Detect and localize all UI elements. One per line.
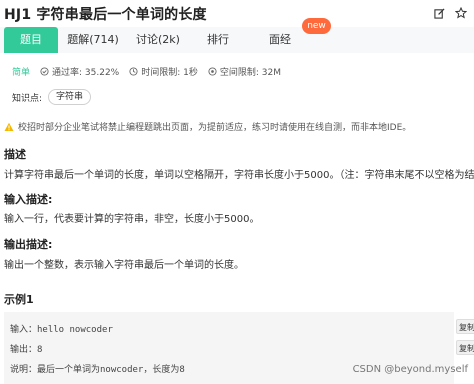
input-desc-text: 输入一行，代表要计算的字符串，非空，长度小于5000。 xyxy=(4,214,260,225)
time-limit: 时间限制: 1秒 xyxy=(129,65,198,78)
description-heading: 描述 xyxy=(4,148,26,161)
copy-input-button[interactable]: 复制 xyxy=(456,319,474,334)
pass-rate: 通过率: 35.22% xyxy=(40,65,119,78)
example-heading: 示例1 xyxy=(4,293,34,306)
tab-interview[interactable]: 面经 xyxy=(262,27,298,53)
warning-icon xyxy=(4,122,14,131)
clock-icon xyxy=(129,66,138,76)
tab-problem[interactable]: 题目 xyxy=(4,27,58,53)
page-title: HJ1 字符串最后一个单词的长度 xyxy=(4,7,207,23)
output-desc-heading: 输出描述: xyxy=(4,238,53,251)
knowledge-label: 知识点: xyxy=(12,93,43,104)
title-bar: HJ1 字符串最后一个单词的长度 xyxy=(0,0,474,26)
problem-meta: 简单 通过率: 35.22% 时间限制: 1秒 空间限制: 32M xyxy=(12,63,291,79)
tab-ranking[interactable]: 排行 xyxy=(200,27,236,53)
copy-output-button[interactable]: 复制 xyxy=(456,340,474,355)
knowledge-tag[interactable]: 字符串 xyxy=(48,89,92,105)
tab-solutions[interactable]: 题解(714) xyxy=(63,27,123,53)
input-desc-heading: 输入描述: xyxy=(4,193,53,206)
exam-notice: 校招时部分企业笔试将禁止编程题跳出页面，为提前适应，练习时请使用在线自测，而非本… xyxy=(4,120,411,133)
description-text: 计算字符串最后一个单词的长度，单词以空格隔开，字符串长度小于5000。（注：字符… xyxy=(4,170,474,181)
memory-icon xyxy=(208,66,217,76)
edit-icon[interactable] xyxy=(432,6,446,20)
notice-text: 校招时部分企业笔试将禁止编程题跳出页面，为提前适应，练习时请使用在线自测，而非本… xyxy=(18,123,412,133)
space-limit: 空间限制: 32M xyxy=(208,65,281,78)
tab-discussion[interactable]: 讨论(2k) xyxy=(130,27,186,53)
title-actions xyxy=(432,6,468,20)
difficulty-label: 简单 xyxy=(12,67,31,78)
check-circle-icon xyxy=(40,66,49,76)
new-badge: new xyxy=(302,18,331,34)
example-output: 输出：8 xyxy=(10,345,43,355)
output-desc-text: 输出一个整数，表示输入字符串最后一个单词的长度。 xyxy=(4,260,244,271)
example-explain: 说明：最后一个单词为nowcoder，长度为8 xyxy=(10,365,185,375)
example-input: 输入：hello nowcoder xyxy=(10,325,113,335)
knowledge-points: 知识点: 字符串 xyxy=(12,89,92,105)
star-icon[interactable] xyxy=(454,6,468,20)
watermark: CSDN @beyond.myself xyxy=(352,364,468,375)
tab-bar: 题目 题解(714) 讨论(2k) 排行 面经 xyxy=(0,27,474,53)
